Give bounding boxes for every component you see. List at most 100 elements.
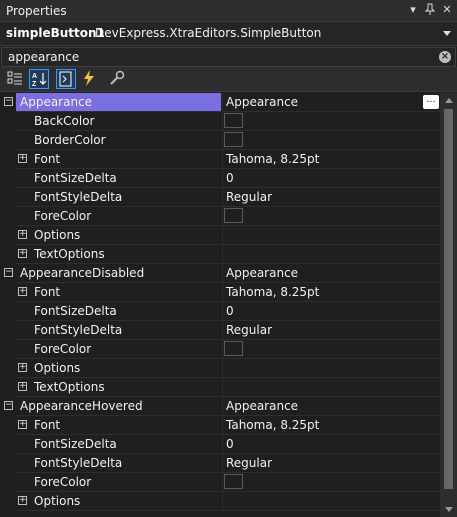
category-row[interactable]: − AppearanceHovered Appearance <box>0 397 441 416</box>
property-name-cell[interactable]: Font <box>16 416 221 435</box>
property-row[interactable]: FontSizeDelta 0 <box>0 302 441 321</box>
collapse-icon[interactable]: − <box>4 268 13 277</box>
collapse-icon[interactable]: − <box>4 97 13 106</box>
property-value-cell[interactable]: Tahoma, 8.25pt <box>222 283 441 302</box>
property-name-cell[interactable]: Appearance <box>16 93 221 112</box>
property-row[interactable]: + Font Tahoma, 8.25pt <box>0 416 441 435</box>
close-icon[interactable]: ✕ <box>440 3 454 17</box>
property-value-cell[interactable]: Tahoma, 8.25pt <box>222 150 441 169</box>
color-swatch[interactable] <box>224 474 243 489</box>
property-row[interactable]: + Font Tahoma, 8.25pt <box>0 283 441 302</box>
property-name-cell[interactable]: ForeColor <box>16 340 221 359</box>
property-name-cell[interactable]: Font <box>16 283 221 302</box>
property-row[interactable]: + Options <box>0 492 441 511</box>
search-input[interactable]: appearance × <box>1 47 456 67</box>
property-row[interactable]: FontStyleDelta Regular <box>0 454 441 473</box>
ellipsis-button[interactable]: ... <box>423 95 439 109</box>
chevron-down-icon[interactable] <box>443 31 451 36</box>
properties-button[interactable] <box>56 69 76 89</box>
color-swatch[interactable] <box>224 208 243 223</box>
property-name-cell[interactable]: ForeColor <box>16 207 221 226</box>
svg-text:A: A <box>32 73 37 80</box>
window-dropdown-icon[interactable]: ▾ <box>406 3 420 17</box>
property-row[interactable]: + TextOptions <box>0 378 441 397</box>
property-name-cell[interactable]: Font <box>16 150 221 169</box>
scroll-up-icon[interactable] <box>445 98 453 103</box>
property-name: AppearanceDisabled <box>20 266 145 280</box>
clear-search-icon[interactable]: × <box>439 51 451 63</box>
property-name: FontStyleDelta <box>34 323 123 337</box>
property-value-cell[interactable]: 0 <box>222 169 441 188</box>
alphabetical-button[interactable]: A Z <box>29 69 49 89</box>
property-row[interactable]: ForeColor <box>0 340 441 359</box>
property-row[interactable]: FontStyleDelta Regular <box>0 188 441 207</box>
property-row[interactable]: FontSizeDelta 0 <box>0 169 441 188</box>
property-name-cell[interactable]: ForeColor <box>16 473 221 492</box>
property-row[interactable]: BorderColor <box>0 131 441 150</box>
property-value-cell[interactable] <box>222 492 441 511</box>
property-name-cell[interactable]: BackColor <box>16 112 221 131</box>
property-row[interactable]: + Font Tahoma, 8.25pt <box>0 150 441 169</box>
property-name-cell[interactable]: FontStyleDelta <box>16 321 221 340</box>
property-name-cell[interactable]: TextOptions <box>16 378 221 397</box>
property-value-cell[interactable]: Appearance <box>222 397 441 416</box>
property-name-cell[interactable]: FontSizeDelta <box>16 169 221 188</box>
property-value-cell[interactable]: 0 <box>222 435 441 454</box>
property-name-cell[interactable]: Options <box>16 492 221 511</box>
property-value-cell[interactable]: Appearance <box>222 264 441 283</box>
property-value-cell[interactable] <box>222 131 441 150</box>
property-name-cell[interactable]: TextOptions <box>16 245 221 264</box>
property-row[interactable]: + Options <box>0 359 441 378</box>
color-swatch[interactable] <box>224 341 243 356</box>
window-title: Properties <box>6 4 67 18</box>
property-value-cell[interactable] <box>222 378 441 397</box>
property-value-cell[interactable] <box>222 473 441 492</box>
color-swatch[interactable] <box>224 132 243 147</box>
property-value-cell[interactable] <box>222 245 441 264</box>
property-value-cell[interactable] <box>222 226 441 245</box>
events-button[interactable] <box>80 69 100 89</box>
property-name-cell[interactable]: Options <box>16 359 221 378</box>
property-value-cell[interactable]: Tahoma, 8.25pt <box>222 416 441 435</box>
scroll-down-icon[interactable] <box>445 507 453 512</box>
property-value: Appearance <box>226 95 299 109</box>
property-value-cell[interactable] <box>222 340 441 359</box>
property-name-cell[interactable]: AppearanceHovered <box>16 397 221 416</box>
property-name-cell[interactable]: FontSizeDelta <box>16 435 221 454</box>
events-icon <box>84 70 94 86</box>
vertical-scrollbar[interactable] <box>440 93 457 517</box>
property-name-cell[interactable]: FontStyleDelta <box>16 188 221 207</box>
property-name-cell[interactable]: BorderColor <box>16 131 221 150</box>
property-row[interactable]: FontStyleDelta Regular <box>0 321 441 340</box>
property-name-cell[interactable]: FontStyleDelta <box>16 454 221 473</box>
property-value-cell[interactable] <box>222 207 441 226</box>
property-value-cell[interactable]: 0 <box>222 302 441 321</box>
property-value-cell[interactable] <box>222 112 441 131</box>
property-value-cell[interactable]: Regular <box>222 188 441 207</box>
collapse-icon[interactable]: − <box>4 401 13 410</box>
property-name-cell[interactable]: Options <box>16 226 221 245</box>
property-name-cell[interactable]: AppearanceDisabled <box>16 264 221 283</box>
property-row[interactable]: + Options <box>0 226 441 245</box>
property-pages-button[interactable] <box>108 69 128 89</box>
category-row[interactable]: − Appearance Appearance... <box>0 93 441 112</box>
color-swatch[interactable] <box>224 113 243 128</box>
property-name: FontStyleDelta <box>34 456 123 470</box>
property-row[interactable]: FontSizeDelta 0 <box>0 435 441 454</box>
pin-icon[interactable] <box>423 3 437 17</box>
property-value-cell[interactable]: Regular <box>222 454 441 473</box>
property-value-cell[interactable] <box>222 359 441 378</box>
property-row[interactable]: BackColor <box>0 112 441 131</box>
property-row[interactable]: ForeColor <box>0 473 441 492</box>
property-value: 0 <box>226 304 234 318</box>
property-value-cell[interactable]: Appearance... <box>222 93 441 112</box>
category-row[interactable]: − AppearanceDisabled Appearance <box>0 264 441 283</box>
property-name: FontSizeDelta <box>34 171 117 185</box>
object-selector[interactable]: simpleButton1 DevExpress.XtraEditors.Sim… <box>0 22 457 46</box>
categorized-button[interactable] <box>6 69 26 89</box>
scroll-thumb[interactable] <box>444 109 453 489</box>
property-name-cell[interactable]: FontSizeDelta <box>16 302 221 321</box>
property-row[interactable]: ForeColor <box>0 207 441 226</box>
property-row[interactable]: + TextOptions <box>0 245 441 264</box>
property-value-cell[interactable]: Regular <box>222 321 441 340</box>
